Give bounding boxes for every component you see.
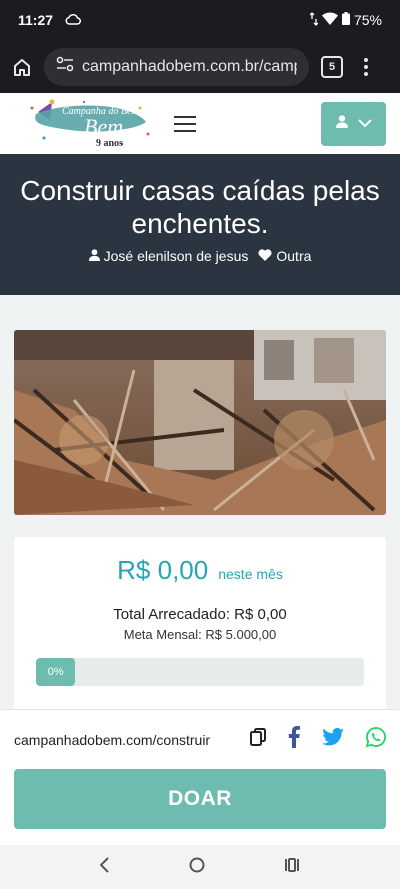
battery-level: 75% [353, 12, 382, 28]
user-menu-button[interactable] [321, 101, 386, 146]
cloud-icon [65, 12, 82, 28]
wifi-icon [321, 12, 338, 28]
copy-icon[interactable] [250, 728, 266, 751]
campaign-author[interactable]: José elenilson de jesus [88, 248, 249, 264]
back-icon[interactable] [99, 856, 110, 878]
share-url[interactable]: campanhadobem.com/construir [14, 732, 210, 748]
monthly-goal: Meta Mensal: R$ 5.000,00 [123, 627, 277, 642]
author-name: José elenilson de jesus [103, 248, 249, 264]
user-icon [88, 248, 100, 264]
status-bar: 11:27 75% [0, 0, 400, 40]
logo-subtext: 9 anos [96, 138, 123, 149]
donate-area: DOAR [0, 769, 400, 845]
clock: 11:27 [18, 12, 54, 28]
donate-button[interactable]: DOAR [14, 769, 386, 829]
browser-toolbar: campanhadobem.com.br/campanh 5 [0, 40, 400, 93]
amount-period: neste mês [218, 566, 283, 582]
twitter-icon[interactable] [322, 727, 344, 751]
site-settings-icon[interactable] [56, 56, 74, 77]
progress-bar: 0% [36, 658, 364, 686]
browser-menu-icon[interactable] [363, 57, 369, 76]
tab-switcher-button[interactable]: 5 [321, 55, 343, 78]
system-nav-bar [0, 845, 400, 889]
current-month-amount: R$ 0,00 [117, 555, 209, 585]
site-header: Campanha do Bem Bem 9 anos [0, 93, 400, 154]
url-text[interactable]: campanhadobem.com.br/campanh [82, 58, 297, 76]
category-name: Outra [276, 248, 312, 264]
campaign-photo [14, 330, 386, 515]
site-logo[interactable]: Campanha do Bem Bem 9 anos [24, 98, 156, 150]
donation-summary-card: R$ 0,00 neste mês Total Arrecadado: R$ 0… [14, 537, 386, 717]
recents-icon[interactable] [284, 857, 300, 877]
hamburger-menu-icon[interactable] [174, 115, 196, 132]
share-bar: campanhadobem.com/construir [0, 709, 400, 769]
chevron-down-icon [357, 115, 372, 133]
battery-icon [341, 12, 350, 28]
heart-icon [258, 248, 272, 264]
user-icon [335, 114, 348, 133]
whatsapp-icon[interactable] [365, 727, 386, 752]
campaign-hero: Construir casas caídas pelas enchentes. … [0, 154, 400, 295]
campaign-content: R$ 0,00 neste mês Total Arrecadado: R$ 0… [0, 295, 400, 717]
total-raised: Total Arrecadado: R$ 0,00 [113, 606, 287, 623]
home-circle-icon[interactable] [189, 857, 205, 878]
campaign-title: Construir casas caídas pelas enchentes. [20, 175, 380, 239]
svg-text:Bem: Bem [84, 114, 123, 139]
data-arrows-icon [309, 11, 319, 29]
progress-fill: 0% [36, 658, 76, 686]
progress-label: 0% [47, 666, 64, 678]
campaign-category[interactable]: Outra [258, 248, 311, 264]
facebook-icon[interactable] [288, 726, 300, 753]
address-bar[interactable]: campanhadobem.com.br/campanh [44, 47, 309, 86]
home-icon[interactable] [10, 55, 34, 79]
